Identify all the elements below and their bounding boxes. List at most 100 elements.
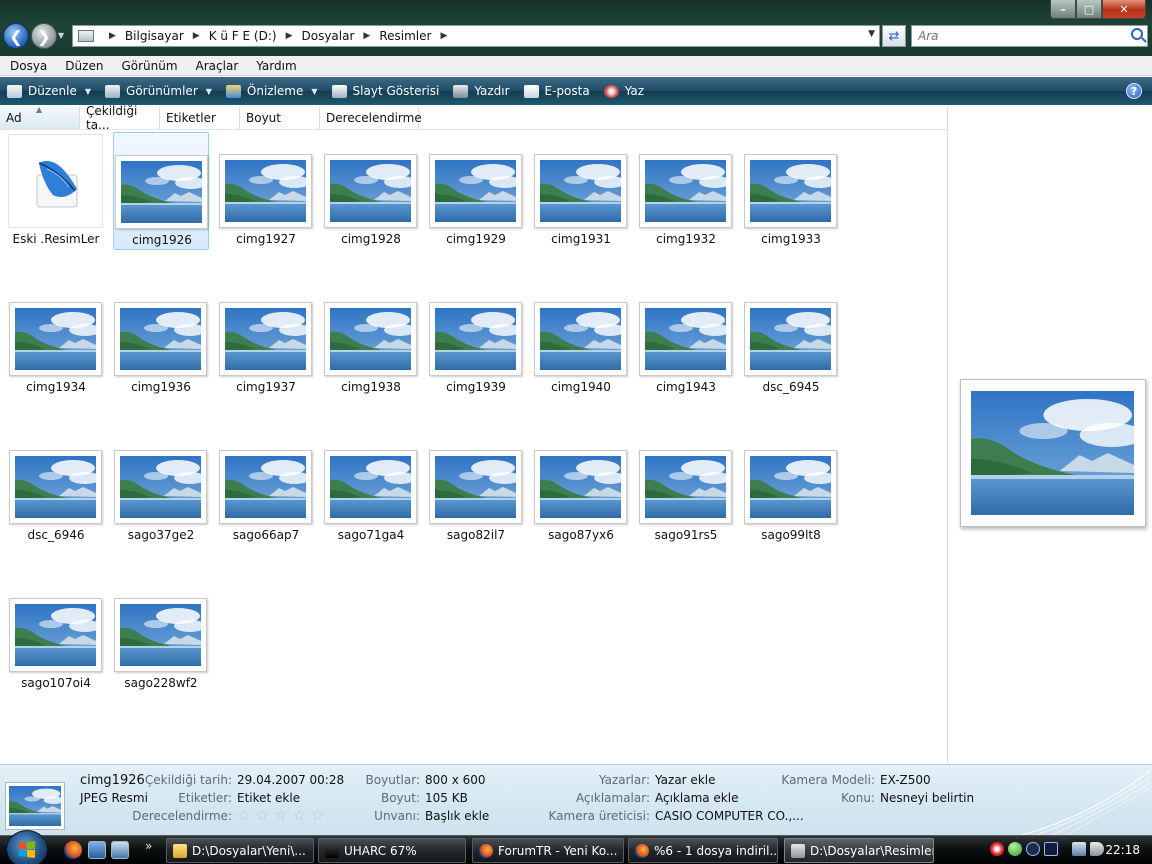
start-button[interactable] <box>6 830 48 864</box>
column-header-name[interactable]: ▲ Ad <box>0 105 80 129</box>
image-file-item[interactable]: cimg1940 <box>533 280 629 398</box>
image-file-item[interactable]: cimg1934 <box>8 280 104 398</box>
computer-icon <box>78 30 94 42</box>
slideshow-button[interactable]: Slayt Gösterisi <box>325 77 447 105</box>
breadcrumb-chevron-icon[interactable]: ▶ <box>440 31 447 41</box>
burn-button[interactable]: Yaz <box>597 77 651 105</box>
menu-help[interactable]: Yardım <box>246 59 304 73</box>
image-file-item[interactable]: sago87yx6 <box>533 428 629 546</box>
breadcrumb-chevron-icon[interactable]: ▶ <box>363 31 370 41</box>
clock[interactable]: 22:18 <box>1105 843 1140 857</box>
refresh-button[interactable]: ⇄ <box>882 25 906 47</box>
back-button[interactable]: ❮ <box>3 23 29 49</box>
image-file-item[interactable]: cimg1931 <box>533 132 629 250</box>
breadcrumb-resimler[interactable]: Resimler <box>379 29 431 43</box>
print-button[interactable]: Yazdır <box>446 77 516 105</box>
quicklaunch-overflow-chevron[interactable]: » <box>145 839 152 853</box>
image-file-item[interactable]: cimg1927 <box>218 132 314 250</box>
breadcrumb-dosyalar[interactable]: Dosyalar <box>302 29 355 43</box>
search-box[interactable] <box>911 25 1148 47</box>
column-header-date-taken[interactable]: Çekildiği ta... <box>80 104 160 132</box>
image-file-item[interactable]: sago71ga4 <box>323 428 419 546</box>
breadcrumb-chevron-icon[interactable]: ▶ <box>193 31 200 41</box>
maximize-button[interactable]: □ <box>1076 0 1102 19</box>
image-file-item[interactable]: cimg1936 <box>113 280 209 398</box>
star-icon[interactable]: ☆ <box>237 808 250 823</box>
network-activity-icon[interactable] <box>1026 842 1040 856</box>
breadcrumb-chevron-icon[interactable]: ▶ <box>286 31 293 41</box>
star-icon[interactable]: ☆ <box>274 808 287 823</box>
address-bar[interactable]: ▶ Bilgisayar ▶ K ü F E (D:) ▶ Dosyalar ▶… <box>72 25 880 47</box>
tags-value[interactable]: Etiket ekle <box>237 791 300 805</box>
image-file-item[interactable]: cimg1929 <box>428 132 524 250</box>
email-button[interactable]: E-posta <box>517 77 597 105</box>
image-file-item[interactable]: cimg1937 <box>218 280 314 398</box>
image-file-item[interactable]: dsc_6946 <box>8 428 104 546</box>
image-file-item[interactable]: sago107oi4 <box>8 576 104 694</box>
image-file-item[interactable]: cimg1926 <box>113 132 209 250</box>
network-icon[interactable] <box>1072 842 1086 856</box>
image-file-item[interactable]: sago99lt8 <box>743 428 839 546</box>
image-file-item[interactable]: sago37ge2 <box>113 428 209 546</box>
messenger-icon[interactable] <box>1008 842 1022 856</box>
title-value[interactable]: Başlık ekle <box>425 809 489 823</box>
image-file-item[interactable]: cimg1938 <box>323 280 419 398</box>
search-icon[interactable] <box>1131 28 1143 40</box>
preview-button[interactable]: Önizleme ▼ <box>219 77 325 105</box>
menu-view[interactable]: Görünüm <box>111 59 185 73</box>
recent-pages-chevron-icon[interactable]: ▼ <box>58 31 64 40</box>
help-button[interactable]: ? <box>1126 83 1142 99</box>
subject-value[interactable]: Nesneyi belirtin <box>880 791 974 805</box>
star-icon[interactable]: ☆ <box>292 808 305 823</box>
switch-windows-icon[interactable] <box>111 841 129 859</box>
breadcrumb-chevron-icon[interactable]: ▶ <box>109 31 116 41</box>
image-file-item[interactable]: sago228wf2 <box>113 576 209 694</box>
star-icon[interactable]: ☆ <box>255 808 268 823</box>
image-file-item[interactable]: cimg1933 <box>743 132 839 250</box>
menu-tools[interactable]: Araçlar <box>186 59 247 73</box>
firefox-quicklaunch-icon[interactable] <box>64 841 82 859</box>
menu-edit[interactable]: Düzen <box>55 59 111 73</box>
camera-model-value[interactable]: EX-Z500 <box>880 773 931 787</box>
address-dropdown-icon[interactable]: ▼ <box>868 29 875 39</box>
task-button[interactable]: ForumTR - Yeni Ko... <box>472 838 624 863</box>
folder-item[interactable]: Eski .ResimLer <box>8 132 104 250</box>
image-file-item[interactable]: cimg1932 <box>638 132 734 250</box>
image-file-item[interactable]: sago91rs5 <box>638 428 734 546</box>
task-button[interactable]: D:\Dosyalar\Yeni\... <box>166 838 314 863</box>
show-desktop-icon[interactable] <box>88 841 106 859</box>
organize-button[interactable]: Düzenle ▼ <box>0 77 98 105</box>
image-file-item[interactable]: sago66ap7 <box>218 428 314 546</box>
task-button[interactable]: %6 - 1 dosya indiril... <box>628 838 778 863</box>
image-file-item[interactable]: cimg1928 <box>323 132 419 250</box>
views-button[interactable]: Görünümler ▼ <box>98 77 219 105</box>
volume-icon[interactable] <box>1090 842 1104 856</box>
image-thumbnail <box>429 302 522 376</box>
star-icon[interactable]: ☆ <box>311 808 324 823</box>
app-tray-icon[interactable] <box>1044 842 1058 856</box>
column-header-size[interactable]: Boyut <box>240 107 320 129</box>
task-button[interactable]: D:\Dosyalar\Resimler <box>784 838 934 863</box>
image-file-item[interactable]: cimg1939 <box>428 280 524 398</box>
authors-label: Yazarlar: <box>598 773 650 787</box>
date-taken-value[interactable]: 29.04.2007 00:28 <box>237 773 344 787</box>
image-file-item[interactable]: dsc_6945 <box>743 280 839 398</box>
breadcrumb-drive[interactable]: K ü F E (D:) <box>209 29 277 43</box>
image-file-item[interactable]: sago82il7 <box>428 428 524 546</box>
title-label: Unvanı: <box>374 809 420 823</box>
forward-button[interactable]: ❯ <box>31 23 57 49</box>
task-button[interactable]: UHARC 67% <box>318 838 466 863</box>
security-alert-icon[interactable] <box>990 842 1004 856</box>
minimize-button[interactable]: – <box>1050 0 1076 19</box>
column-header-rating[interactable]: Derecelendirme <box>320 107 422 129</box>
menu-file[interactable]: Dosya <box>0 59 55 73</box>
comments-value[interactable]: Açıklama ekle <box>655 791 738 805</box>
breadcrumb-computer[interactable]: Bilgisayar <box>125 29 184 43</box>
image-file-item[interactable]: cimg1943 <box>638 280 734 398</box>
search-input[interactable] <box>912 26 1122 46</box>
authors-value[interactable]: Yazar ekle <box>655 773 715 787</box>
column-header-tags[interactable]: Etiketler <box>160 107 240 129</box>
camera-maker-value[interactable]: CASIO COMPUTER CO.,... <box>655 809 804 823</box>
close-button[interactable]: ✕ <box>1102 0 1146 19</box>
rating-stars[interactable]: ☆ ☆ ☆ ☆ ☆ <box>237 808 324 823</box>
